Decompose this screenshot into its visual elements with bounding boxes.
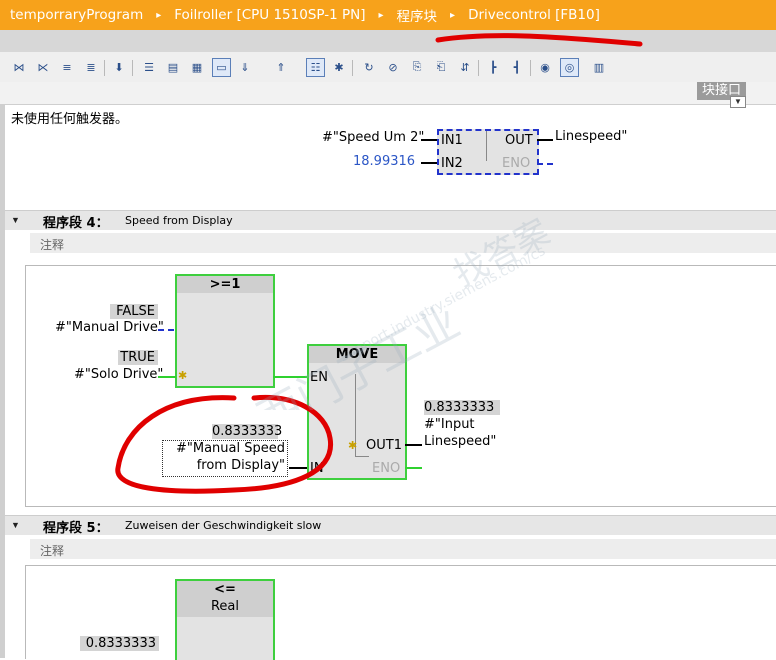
call-icon[interactable]: ⎘ bbox=[408, 58, 426, 76]
watermark: 西门子工业 找答案 support.industry.siemens.com/c… bbox=[250, 212, 556, 410]
in1-pin: IN1 bbox=[441, 133, 463, 148]
network-description[interactable]: Zuweisen der Geschwindigkeit slow bbox=[125, 519, 321, 532]
out1-pin: OUT1 bbox=[366, 438, 402, 453]
breadcrumb-separator: ▸ bbox=[378, 9, 384, 21]
absolute-address-icon[interactable]: ☰ bbox=[140, 58, 158, 76]
breadcrumb-block[interactable]: Drivecontrol [FB10] bbox=[464, 7, 604, 23]
open-all-networks-icon[interactable]: ⇓ bbox=[236, 58, 254, 76]
solo-drive-operand[interactable]: #"Solo Drive" bbox=[74, 367, 163, 382]
compare-operator: <= bbox=[214, 582, 236, 597]
breadcrumb-project[interactable]: temporraryProgram bbox=[0, 7, 147, 23]
go-to-error-icon[interactable]: ↻ bbox=[360, 58, 378, 76]
true-value: TRUE bbox=[118, 350, 158, 365]
breadcrumb-separator: ▸ bbox=[450, 9, 456, 21]
out-operand-line1[interactable]: #"Input bbox=[424, 417, 475, 432]
editor-title-strip bbox=[0, 30, 776, 52]
comment-icon[interactable]: ▭ bbox=[212, 58, 231, 77]
compare-box[interactable]: <= Real bbox=[175, 579, 275, 660]
close-all-networks-icon[interactable]: ⇑ bbox=[272, 58, 290, 76]
insert-row-icon[interactable]: ≡ bbox=[58, 58, 76, 76]
eno-pin: ENO bbox=[372, 461, 401, 476]
block-interface-bar: 块接口 ▼ bbox=[0, 82, 776, 108]
in1-operand[interactable]: #"Speed Um 2" bbox=[322, 130, 424, 145]
add-row-icon[interactable]: ≣ bbox=[82, 58, 100, 76]
monitoring-glasses-icon[interactable]: ◎ bbox=[560, 58, 579, 77]
network-title: 程序段 5： bbox=[43, 521, 109, 536]
comment-placeholder: 注释 bbox=[40, 544, 65, 558]
eno-pin: ENO bbox=[502, 156, 531, 171]
delete-network-icon[interactable]: ⋉ bbox=[34, 58, 52, 76]
red-underline-annotation bbox=[435, 33, 643, 47]
go-to-next-error-icon[interactable]: ⊘ bbox=[384, 58, 402, 76]
comment-placeholder: 注释 bbox=[40, 238, 65, 252]
chevron-down-icon[interactable]: ▼ bbox=[730, 96, 746, 108]
insert-network-icon[interactable]: ⋈ bbox=[10, 58, 28, 76]
monitor-box-icon[interactable]: ☷ bbox=[306, 58, 325, 77]
out-pin: OUT bbox=[505, 133, 533, 148]
branch-icon[interactable]: ┣ bbox=[484, 58, 502, 76]
breadcrumb-separator: ▸ bbox=[156, 9, 162, 21]
symbolic-address-icon[interactable]: ▤ bbox=[164, 58, 182, 76]
symbol-info-icon[interactable]: ▦ bbox=[188, 58, 206, 76]
network-5-comment[interactable]: 注释 bbox=[30, 539, 776, 559]
out-operand[interactable]: Linespeed" bbox=[555, 129, 627, 144]
manual-drive-operand[interactable]: #"Manual Drive" bbox=[55, 320, 164, 335]
editor-toolbar: ⋈ ⋉ ≡ ≣ ⬇ ☰ ▤ ▦ ▭ ⇓ ⇑ ☷ ✱ ↻ ⊘ ⎘ ⎗ ⇵ ┣ ┫ … bbox=[0, 52, 776, 83]
collapse-arrow-icon[interactable]: ▼ bbox=[11, 520, 20, 530]
favorites-icon[interactable]: ✱ bbox=[330, 58, 348, 76]
left-gutter bbox=[0, 104, 5, 658]
monitor-icon[interactable]: ◉ bbox=[536, 58, 554, 76]
star-icon: ✱ bbox=[178, 369, 188, 382]
in2-value: 18.99316 bbox=[353, 154, 416, 169]
return-icon[interactable]: ⎗ bbox=[432, 58, 450, 76]
breadcrumb-program-blocks[interactable]: 程序块 bbox=[393, 5, 442, 25]
compare-type: Real bbox=[210, 599, 240, 614]
out-operand-line2[interactable]: Linespeed" bbox=[424, 434, 496, 449]
false-value: FALSE bbox=[110, 304, 158, 319]
in2-pin: IN2 bbox=[441, 156, 463, 171]
compare-in-value: 0.8333333 bbox=[80, 636, 159, 651]
collapse-arrow-icon[interactable]: ▼ bbox=[11, 215, 20, 225]
network-comment-text: 未使用任何触发器。 bbox=[11, 112, 129, 127]
star-icon: ✱ bbox=[348, 439, 358, 452]
network-title: 程序段 4： bbox=[43, 216, 109, 231]
plc-tag-icon[interactable]: ▥ bbox=[590, 58, 608, 76]
network-5-header[interactable]: ▼ 程序段 5： Zuweisen der Geschwindigkeit sl… bbox=[5, 515, 776, 536]
breadcrumb-device[interactable]: Foilroller [CPU 1510SP-1 PN] bbox=[170, 7, 369, 23]
compare-box-title: <= Real bbox=[177, 581, 273, 617]
breadcrumb: temporraryProgram ▸ Foilroller [CPU 1510… bbox=[0, 0, 776, 30]
compare-icon[interactable]: ⇵ bbox=[456, 58, 474, 76]
download-icon[interactable]: ⬇ bbox=[110, 58, 128, 76]
close-branch-icon[interactable]: ┫ bbox=[508, 58, 526, 76]
